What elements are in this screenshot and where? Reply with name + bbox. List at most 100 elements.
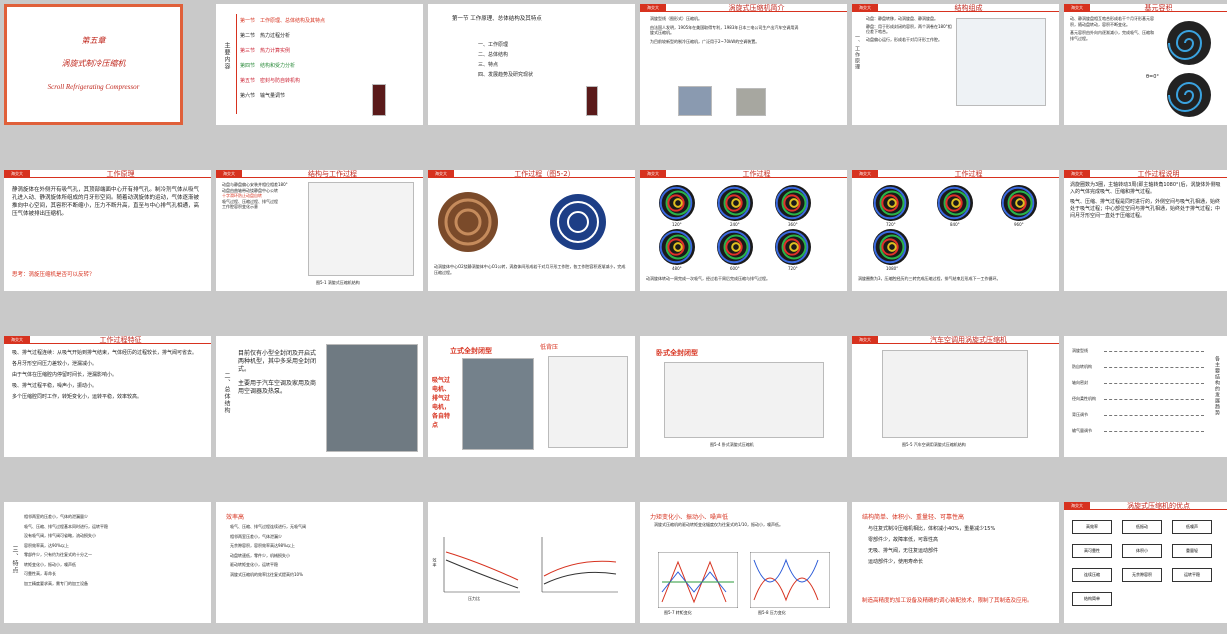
diagram-label: 低背压	[540, 344, 559, 351]
section-heading: 结构简单、体积小、重量轻、可靠性高	[862, 514, 965, 521]
bullet-text: 主要用于汽车空调及家用及商用空调器及热泵。	[238, 380, 317, 395]
advantage-box: 运转平稳	[1172, 568, 1212, 582]
slide-badge: 海交大	[4, 336, 30, 344]
slide-thumbnail-12[interactable]: 海交大 工作过程说明 涡旋圈数为3圈，主轴转动3周(即主轴转角1080°)后，涡…	[1064, 170, 1227, 291]
timeline-bar	[1104, 383, 1204, 384]
slide-thumbnail-15[interactable]: 立式全封闭型 低背压 吸气过电机、排气过电机，各自特点	[428, 336, 635, 457]
toc-item: 第五节 密封与防自转机构	[240, 78, 301, 84]
slide-thumbnail-9[interactable]: 海交大 工作过程（图5-2） 动涡旋体中心O2绕静涡旋体中心O1公转，涡旋体间形…	[428, 170, 635, 291]
slide-thumbnail-11[interactable]: 海交大 工作过程 720° 840° 960° 1080° 涡旋圈数为3，压缩腔经历约…	[852, 170, 1059, 291]
compressor-section-diagram	[548, 356, 628, 448]
advantage-box: 体积小	[1122, 544, 1162, 558]
angle-label: θ=0°	[1146, 74, 1159, 80]
paragraph: 涡旋式压缩机的驱动转矩变化幅度仅为往复式的1/10，振动小，噪声低。	[654, 522, 783, 527]
compressor-photo	[372, 84, 386, 116]
section-heading: 效率高	[226, 514, 245, 521]
bullet-text: 动盘偏心运行，形成若干对月牙形工作腔。	[866, 36, 942, 42]
chapter-title-cn: 涡旋式制冷压缩机	[61, 59, 126, 68]
angle-label: 480°	[672, 266, 682, 271]
slide-thumbnail-1[interactable]: 第五章 涡旋式制冷压缩机 Scroll Refrigerating Compre…	[4, 4, 183, 125]
slide-badge: 海交大	[428, 170, 454, 178]
chapter-number: 第五章	[81, 36, 106, 45]
timeline-bar	[1104, 351, 1204, 352]
slide-thumbnail-6[interactable]: 海交大 基元容积 动、静涡旋盘相互啮合形成若干个月牙形基元容积，随动盘转动，容积…	[1064, 4, 1227, 125]
bullet-text: 容积效率高，达90%以上	[24, 542, 69, 548]
scroll-position-diagram	[659, 185, 695, 221]
slide-thumbnail-10[interactable]: 海交大 工作过程 120° 240° 360° 480° 600° 720° 动涡旋体转动…	[640, 170, 847, 291]
bullet-text: 各月牙形空间压力差较小，泄漏减小。	[12, 361, 98, 367]
bullet-text: 相邻两室的压差小，气体的泄漏量少	[24, 514, 88, 519]
scroll-position-diagram	[717, 185, 753, 221]
slide-thumbnail-24[interactable]: 海交大 涡旋式压缩机的优点 高效率 低振动 低噪声 高可靠性 体积小 重量轻 连续压缩 无余隙…	[1064, 502, 1227, 623]
toc-item: 第二节 热力过程分析	[240, 33, 291, 39]
timeline-bar	[1104, 431, 1204, 432]
advantage-box: 无余隙容积	[1122, 568, 1162, 582]
angle-label: 960°	[1014, 222, 1024, 227]
slide-thumbnail-16[interactable]: 卧式全封闭型 图5-4 卧式涡旋式压缩机	[640, 336, 847, 457]
advantage-box: 低振动	[1122, 520, 1162, 534]
angle-label: 840°	[950, 222, 960, 227]
outline-item: 二、总体结构	[478, 52, 509, 58]
toc-item: 第三节 热力计算实例	[240, 48, 291, 54]
slide-thumbnail-2[interactable]: 主要内容 第一节 工作原理、总体结构及其特点 第二节 热力过程分析 第三节 热力…	[216, 4, 423, 125]
figure-caption: 涡旋圈数为3，压缩腔经历约三转完成压缩过程，排气结束后形成下一工作循环。	[858, 276, 1001, 281]
slide-thumbnail-17[interactable]: 海交大 汽车空调用涡旋式压缩机 图5-5 汽车空调用涡旋式压缩机结构	[852, 336, 1059, 457]
automotive-compressor-diagram	[882, 350, 1028, 438]
slide-badge: 海交大	[216, 170, 242, 178]
angle-label: 600°	[730, 266, 740, 271]
section-heading: 第一节 工作原理、总体结构及其特点	[452, 16, 542, 22]
slide-thumbnail-18[interactable]: 涡旋型线 防自转机构 轴向密封 径向柔性机构 背压调节 输气量调节 各主要结构的发展趋势	[1064, 336, 1227, 457]
bullet-text: 吸气、压缩、排气过程连续进行，无吸气阀	[230, 524, 306, 529]
figure-caption: 动涡旋体中心O2绕静涡旋体中心O1公转，涡旋体间形成若干对月牙形工作腔，各工作腔…	[434, 264, 626, 275]
diagram-label: 立式全封闭型	[450, 347, 492, 355]
advantage-box: 高可靠性	[1072, 544, 1112, 558]
slide-thumbnail-7[interactable]: 海交大 工作原理 静涡旋体在外侧开有吸气孔，其顶部端面中心开有排气孔。制冷剂气体…	[4, 170, 211, 291]
paragraph: 静涡旋体在外侧开有吸气孔，其顶部端面中心开有排气孔。制冷剂气体从吸气孔进入动、静…	[12, 187, 200, 217]
bullet-text: 吸、排气过程连续：从吸气开始到排气结束，气体经历的过程较长，排气阀可省去。	[12, 350, 198, 356]
figure-caption: 图5-4 卧式涡旋式压缩机	[710, 442, 754, 447]
slide-thumbnail-8[interactable]: 海交大 结构与工作过程 动盘与静盘偏心安装并相位相差180° 动盘由曲轴带动绕静…	[216, 170, 423, 291]
slide-thumbnail-14[interactable]: 二、总体结构 目前仅有小型全封闭及开启式两种机型，其中多采用全封闭式。 主要用于…	[216, 336, 423, 457]
slide-thumbnail-22[interactable]: 力矩变化小、振动小、噪声低 涡旋式压缩机的驱动转矩变化幅度仅为往复式的1/10，…	[640, 502, 847, 623]
figure-caption: 图5-1 涡旋式压缩机结构	[316, 280, 360, 285]
slide-badge: 海交大	[640, 4, 666, 12]
slide-thumbnail-5[interactable]: 海交大 结构组成 一、工作原理 动盘：静盘转移，动涡旋盘、静涡旋盘。 静盘：用于…	[852, 4, 1059, 125]
slide-badge: 海交大	[1064, 502, 1090, 510]
scroll-photo	[678, 86, 712, 116]
slide-thumbnail-4[interactable]: 海交大 涡旋式压缩机简介 涡旋型线（图形式）压缩机。 由法国人发明，1905年在…	[640, 4, 847, 125]
slide-thumbnail-20[interactable]: 效率高 吸气、压缩、排气过程连续进行，无吸气阀 相邻两室压差小，气体泄漏少 无余…	[216, 502, 423, 623]
slide-thumbnail-13[interactable]: 海交大 工作过程特征 吸、排气过程连续：从吸气开始到排气结束，气体经历的过程较长…	[4, 336, 211, 457]
bullet-text: 由法国人发明，1905年在美国取得专利，1983年日本三电公司生产出汽车空调用涡…	[650, 24, 799, 36]
toc-item: 第六节 输气量调节	[240, 93, 286, 99]
scroll-position-diagram	[1001, 185, 1037, 221]
slide-thumbnail-23[interactable]: 结构简单、体积小、重量轻、可靠性高 与往复式制冷压缩机相比，体积减小40%，重量…	[852, 502, 1059, 623]
toc-item: 第四节 结构和受力分析	[240, 63, 296, 69]
timeline-bar	[1104, 399, 1204, 400]
slide-thumbnail-3[interactable]: 第一节 工作原理、总体结构及其特点 一、工作原理 二、总体结构 三、特点 四、发…	[428, 4, 635, 125]
bullet-text: 涡旋型线（图形式）压缩机。	[650, 16, 702, 21]
scroll-photo	[736, 88, 766, 116]
compressor-diagram	[308, 182, 414, 276]
timeline-row-label: 径向柔性机构	[1072, 396, 1096, 401]
advantage-box: 高效率	[1072, 520, 1112, 534]
axis-label: 效率	[432, 558, 438, 568]
figure-caption: 动涡旋体转动一周完成一次吸气，经过若干周后完成压缩与排气过程。	[646, 276, 770, 281]
bullet-text: 动、静涡旋盘相互啮合形成若干个月牙形基元容积，随动盘转动，容积不断变化。	[1070, 16, 1154, 27]
slide-thumbnail-19[interactable]: 三、特点 相邻两室的压差小，气体的泄漏量少 吸气、压缩、排气过程基本同时进行，运…	[4, 502, 211, 623]
scroll-position-diagram	[873, 229, 909, 265]
bullet-text: 运动部件少，使用寿命长	[868, 559, 924, 565]
footnote: 制造高精度的加工设备及精确的调心装配技术，限制了其制造及应用。	[862, 598, 1033, 604]
bullet-text: 零部件少，故障率低，可靠性高	[868, 537, 939, 543]
advantage-box: 结构简单	[1072, 592, 1112, 606]
slide-badge: 海交大	[640, 170, 666, 178]
bullet-text: 吸、排气过程平稳，噪声小，振动小。	[12, 383, 98, 389]
slide-thumbnail-21[interactable]: 效率 压力比	[428, 502, 635, 623]
timeline-bar	[1104, 367, 1204, 368]
figure-caption: 图5-8 压力变化	[758, 610, 786, 615]
bullet-text: 相邻两室压差小，气体泄漏少	[230, 533, 282, 539]
timeline-bar	[1104, 415, 1204, 416]
toc-item: 第一节 工作原理、总体结构及其特点	[240, 18, 326, 24]
paragraph: 涡旋圈数为3圈，主轴转动3周(即主轴转角1080°)后，涡旋体外侧吸入的气体完成…	[1070, 182, 1221, 195]
pressure-chart	[750, 552, 830, 608]
scroll-position-diagram	[717, 229, 753, 265]
